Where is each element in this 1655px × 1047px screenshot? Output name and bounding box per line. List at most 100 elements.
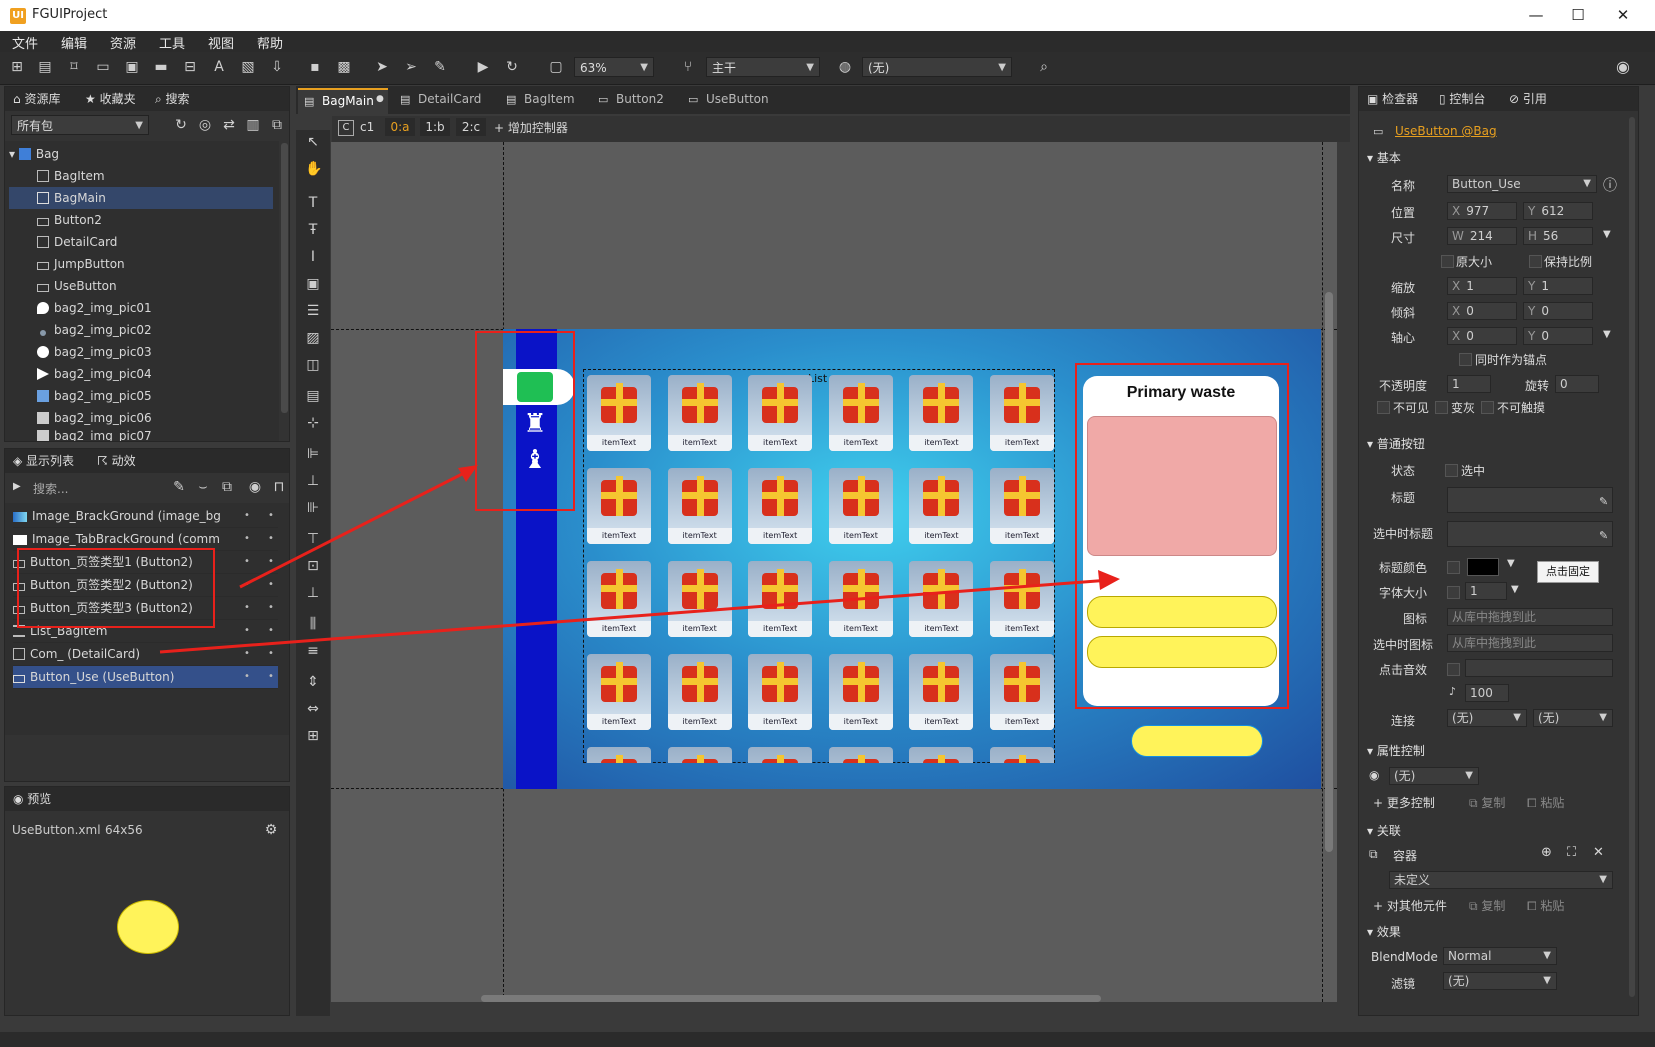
info-icon[interactable]: ⓘ (1603, 175, 1617, 195)
relation-select[interactable]: 未定义 ▼ (1389, 871, 1613, 889)
paste-button[interactable]: ⧠ 粘贴 (1527, 897, 1564, 914)
chevron-down-icon: ▼ (1543, 975, 1551, 986)
size-label: 尺寸 (1391, 231, 1416, 245)
orig-size-checkbox[interactable] (1441, 255, 1454, 268)
console-icon: ▯ (1439, 92, 1450, 106)
expand-icon[interactable]: ⛶ (1567, 845, 1576, 860)
sound-input[interactable] (1465, 659, 1613, 677)
icon-label: 图标 (1403, 612, 1428, 626)
copy-button[interactable]: ⧉ 复制 (1469, 794, 1505, 811)
font-size-label: 字体大小 (1379, 586, 1428, 600)
untouchable-checkbox[interactable] (1481, 401, 1494, 414)
section-effect[interactable]: ▾ 效果 (1367, 923, 1401, 940)
status-bar (0, 1032, 1655, 1047)
keep-ratio-checkbox[interactable] (1529, 255, 1542, 268)
blend-mode-select[interactable]: Normal ▼ (1443, 947, 1557, 965)
title-label: 标题 (1391, 491, 1416, 505)
name-select[interactable]: Button_Use ▼ (1447, 175, 1597, 193)
chevron-down-icon: ▼ (1513, 712, 1521, 723)
icon-drop-field[interactable]: 从库中拖拽到此 (1447, 608, 1613, 626)
alpha-label: 不透明度 (1379, 379, 1428, 393)
font-size-input[interactable]: 1 (1465, 582, 1507, 600)
skew-y-input[interactable]: Y0 (1523, 302, 1593, 320)
scale-y-input[interactable]: Y1 (1523, 277, 1593, 295)
skew-x-input[interactable]: X0 (1447, 302, 1517, 320)
alpha-input[interactable]: 1 (1447, 375, 1491, 393)
chevron-down-icon[interactable]: ▼ (1507, 558, 1515, 569)
collapse-arrow-icon: ▾ (1367, 824, 1377, 838)
pivot-y-input[interactable]: Y0 (1523, 327, 1593, 345)
state-label: 状态 (1391, 464, 1416, 478)
prop-control-select[interactable]: (无) ▼ (1389, 767, 1479, 785)
chevron-down-icon[interactable]: ▼ (1603, 229, 1611, 240)
link-select-1[interactable]: (无) ▼ (1447, 709, 1527, 727)
font-size-checkbox[interactable] (1447, 586, 1460, 599)
width-input[interactable]: W 214 (1447, 227, 1517, 245)
section-prop-control[interactable]: ▾ 属性控制 (1367, 742, 1425, 759)
height-input[interactable]: H 56 (1523, 227, 1593, 245)
selected-icon-label: 选中时图标 (1373, 638, 1434, 652)
pivot-anchor-checkbox[interactable] (1459, 353, 1472, 366)
title-color-checkbox[interactable] (1447, 561, 1460, 574)
scale-x-input[interactable]: X1 (1447, 277, 1517, 295)
paste-button[interactable]: ⧠ 粘贴 (1527, 794, 1564, 811)
position-label: 位置 (1391, 206, 1416, 220)
copy-icon: ⧉ (1469, 796, 1482, 810)
chevron-down-icon[interactable]: ▼ (1603, 329, 1611, 340)
target-icon[interactable]: ⊕ (1541, 845, 1552, 860)
relation-icon: ⧉ (1369, 847, 1378, 861)
selected-checkbox[interactable] (1445, 464, 1458, 477)
collapse-arrow-icon: ▾ (1367, 437, 1377, 451)
edit-icon[interactable]: ✎ (1599, 529, 1608, 542)
pivot-x-input[interactable]: X0 (1447, 327, 1517, 345)
tab-references[interactable]: ⊘ 引用 (1509, 90, 1547, 107)
paste-icon: ⧠ (1527, 796, 1541, 810)
copy-icon: ⧉ (1469, 899, 1482, 913)
chevron-down-icon[interactable]: ▼ (1511, 584, 1519, 595)
link-select-2[interactable]: (无) ▼ (1533, 709, 1613, 727)
gray-label: 变灰 (1451, 401, 1476, 415)
plus-icon: + (1373, 796, 1387, 810)
keep-ratio-label: 保持比例 (1544, 255, 1593, 269)
title-color-swatch[interactable] (1467, 558, 1499, 576)
plus-icon: + (1373, 899, 1387, 913)
section-basic[interactable]: ▾ 基本 (1367, 149, 1401, 166)
collapse-arrow-icon: ▾ (1367, 925, 1377, 939)
tab-console[interactable]: ▯ 控制台 (1439, 90, 1485, 107)
collapse-arrow-icon: ▾ (1367, 744, 1377, 758)
rotation-input[interactable]: 0 (1555, 375, 1599, 393)
sound-label: 点击音效 (1379, 663, 1428, 677)
filter-label: 滤镜 (1391, 977, 1416, 991)
container-label: 容器 (1393, 849, 1418, 863)
sound-checkbox[interactable] (1447, 663, 1460, 676)
chevron-down-icon: ▼ (1599, 874, 1607, 885)
pivot-anchor-label: 同时作为锚点 (1475, 353, 1548, 367)
inspector-panel: ▣ 检查器 ▯ 控制台 ⊘ 引用 ▭ UseButton @Bag ▾ 基本 名… (1358, 86, 1639, 1016)
pos-x-input[interactable]: X 977 (1447, 202, 1517, 220)
section-button[interactable]: ▾ 普通按钮 (1367, 435, 1425, 452)
invisible-checkbox[interactable] (1377, 401, 1390, 414)
copy-button[interactable]: ⧉ 复制 (1469, 897, 1505, 914)
eye-icon: ◉ (1369, 768, 1380, 782)
selected-icon-drop-field[interactable]: 从库中拖拽到此 (1447, 634, 1613, 652)
edit-icon[interactable]: ✎ (1599, 495, 1608, 508)
more-controls-button[interactable]: + 更多控制 (1373, 794, 1435, 811)
selected-title-input[interactable] (1447, 521, 1613, 547)
paste-icon: ⧠ (1527, 899, 1541, 913)
volume-input[interactable]: 100 (1465, 684, 1509, 702)
selected-title-label: 选中时标题 (1373, 527, 1434, 541)
other-element-button[interactable]: + 对其他元件 (1373, 897, 1447, 914)
inspector-target-link[interactable]: UseButton @Bag (1395, 124, 1497, 138)
title-input[interactable] (1447, 487, 1613, 513)
pivot-label: 轴心 (1391, 331, 1416, 345)
tab-inspector[interactable]: ▣ 检查器 (1367, 90, 1418, 107)
close-icon[interactable]: ✕ (1593, 845, 1604, 860)
inspector-icon: ▣ (1367, 92, 1383, 106)
gray-checkbox[interactable] (1435, 401, 1448, 414)
section-relation[interactable]: ▾ 关联 (1367, 822, 1401, 839)
inspector-scrollbar[interactable] (1629, 117, 1635, 997)
pos-y-input[interactable]: Y 612 (1523, 202, 1593, 220)
filter-select[interactable]: (无) ▼ (1443, 972, 1557, 990)
chevron-down-icon: ▼ (1543, 950, 1551, 961)
chevron-down-icon: ▼ (1465, 770, 1473, 781)
